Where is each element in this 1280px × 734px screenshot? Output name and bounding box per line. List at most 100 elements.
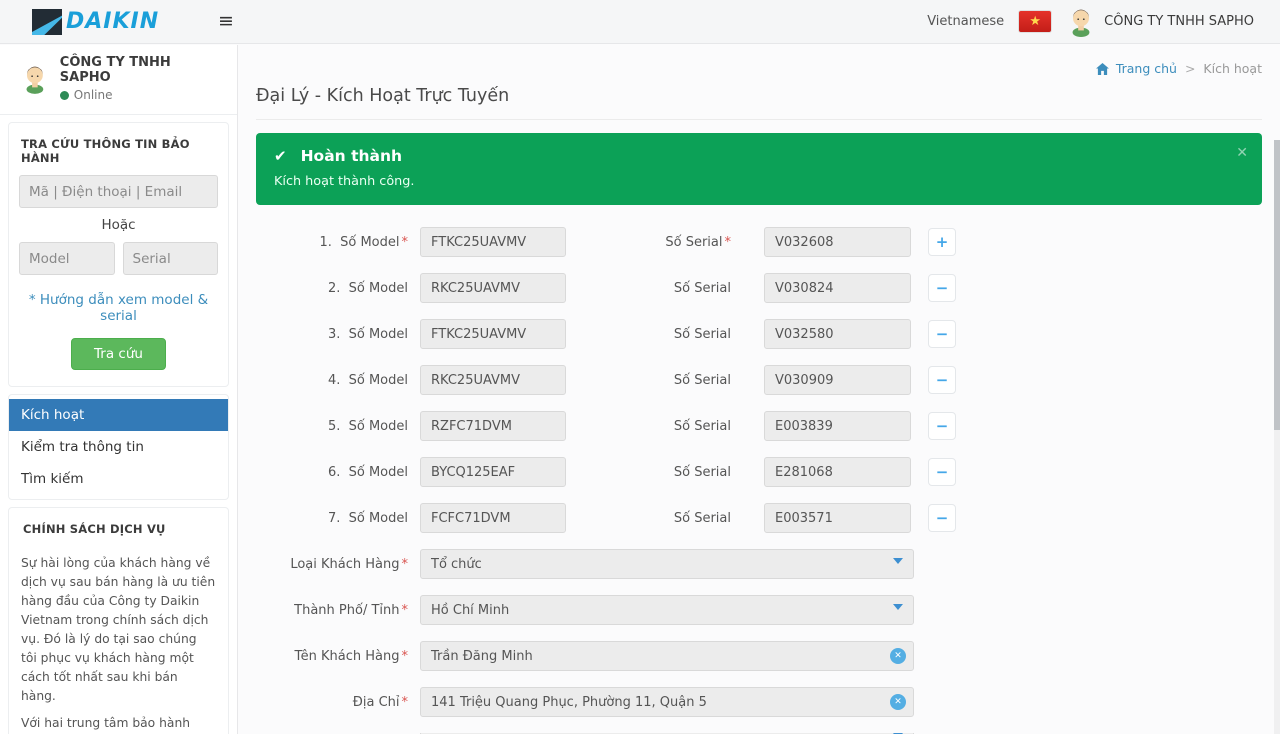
serial-label: Số Serial xyxy=(674,327,731,342)
customer-field-row: Địa Chỉ* 141 Triệu Quang Phục, Phường 11… xyxy=(256,687,1262,717)
lookup-model-input[interactable] xyxy=(19,242,115,275)
serial-input[interactable] xyxy=(764,503,911,533)
service-policy-card: CHÍNH SÁCH DỊCH VỤ Sự hài lòng của khách… xyxy=(8,507,229,734)
model-serial-guide-link[interactable]: * Hướng dẫn xem model & serial xyxy=(19,292,218,324)
model-input[interactable] xyxy=(420,273,566,303)
row-index: 7. xyxy=(328,511,340,526)
required-asterisk: * xyxy=(402,235,409,250)
sidebar-item-check-info[interactable]: Kiểm tra thông tin xyxy=(9,431,228,463)
row-index: 4. xyxy=(328,373,340,388)
user-name: CÔNG TY TNHH SAPHO xyxy=(1104,14,1254,29)
sidebar-toggle-icon[interactable]: ≡ xyxy=(218,12,234,31)
customer-field-row: Thành Phố/ Tỉnh* Hồ Chí Minh xyxy=(256,595,1262,625)
serial-label: Số Serial xyxy=(674,465,731,480)
serial-label: Số Serial xyxy=(674,419,731,434)
field-label: Thành Phố/ Tỉnh xyxy=(294,603,399,618)
sidebar-nav: Kích hoạtKiểm tra thông tinTìm kiếm xyxy=(8,394,229,500)
policy-paragraph: Với hai trung tâm bảo hành chính tại TP.… xyxy=(21,714,216,734)
model-input[interactable] xyxy=(420,411,566,441)
field-label: Địa Chỉ xyxy=(353,695,400,710)
model-input[interactable] xyxy=(420,319,566,349)
required-asterisk: * xyxy=(402,603,409,618)
device-row: 6. Số Model* Số Serial* − xyxy=(256,457,1262,487)
remove-row-button[interactable]: − xyxy=(928,274,956,302)
field-value: Tổ chức xyxy=(431,557,482,572)
serial-input[interactable] xyxy=(764,411,911,441)
model-input[interactable] xyxy=(420,457,566,487)
sidebar: CÔNG TY TNHH SAPHO Online TRA CỨU THÔNG … xyxy=(0,45,238,734)
policy-paragraph: Sự hài lòng của khách hàng về dịch vụ sa… xyxy=(21,554,216,706)
model-input[interactable] xyxy=(420,503,566,533)
remove-row-button[interactable]: − xyxy=(928,412,956,440)
required-asterisk: * xyxy=(402,695,409,710)
lookup-heading: TRA CỨU THÔNG TIN BẢO HÀNH xyxy=(19,133,218,175)
remove-row-button[interactable]: − xyxy=(928,320,956,348)
breadcrumb-current: Kích hoạt xyxy=(1203,61,1262,76)
customer-text-input[interactable]: 141 Triệu Quang Phục, Phường 11, Quận 5 xyxy=(420,687,914,717)
remove-row-button[interactable]: − xyxy=(928,504,956,532)
clear-input-icon[interactable]: ✕ xyxy=(890,648,906,664)
serial-label: Số Serial xyxy=(674,511,731,526)
serial-input[interactable] xyxy=(764,319,911,349)
required-asterisk: * xyxy=(402,649,409,664)
lookup-serial-input[interactable] xyxy=(123,242,219,275)
model-label: Số Model xyxy=(349,465,408,480)
scrollbar-thumb[interactable] xyxy=(1274,140,1280,430)
alert-title: Hoàn thành xyxy=(301,147,402,165)
customer-select[interactable]: Tổ chức xyxy=(420,549,914,579)
daikin-logo[interactable]: DAIKIN xyxy=(0,9,200,35)
serial-input[interactable] xyxy=(764,273,911,303)
sidebar-item-search[interactable]: Tìm kiếm xyxy=(9,463,228,495)
user-avatar xyxy=(1066,7,1096,37)
serial-label: Số Serial xyxy=(665,235,722,250)
lookup-submit-button[interactable]: Tra cứu xyxy=(71,338,166,370)
model-label: Số Model xyxy=(349,511,408,526)
row-index: 6. xyxy=(328,465,340,480)
close-icon[interactable]: ✕ xyxy=(1236,145,1248,161)
serial-input[interactable] xyxy=(764,365,911,395)
customer-field-row: Tên Khách Hàng* Trần Đăng Minh ✕ xyxy=(256,641,1262,671)
remove-row-button[interactable]: − xyxy=(928,458,956,486)
field-value: Trần Đăng Minh xyxy=(431,649,533,664)
row-index: 2. xyxy=(328,281,340,296)
serial-label: Số Serial xyxy=(674,281,731,296)
sidebar-user-name: CÔNG TY TNHH SAPHO xyxy=(60,55,225,85)
chevron-down-icon xyxy=(893,558,903,564)
serial-input[interactable] xyxy=(764,457,911,487)
device-row: 7. Số Model* Số Serial* − xyxy=(256,503,1262,533)
page-title: Đại Lý - Kích Hoạt Trực Tuyến xyxy=(256,76,1262,120)
row-index: 5. xyxy=(328,419,340,434)
check-icon: ✔ xyxy=(274,147,287,165)
model-label: Số Model xyxy=(349,373,408,388)
breadcrumb-separator: > xyxy=(1185,61,1195,76)
warranty-lookup-card: TRA CỨU THÔNG TIN BẢO HÀNH Hoặc * Hướng … xyxy=(8,122,229,387)
model-input[interactable] xyxy=(420,227,566,257)
add-row-button[interactable]: + xyxy=(928,228,956,256)
row-index: 1. xyxy=(319,235,331,250)
device-row: 3. Số Model* Số Serial* − xyxy=(256,319,1262,349)
customer-text-input[interactable]: Trần Đăng Minh xyxy=(420,641,914,671)
serial-input[interactable] xyxy=(764,227,911,257)
success-alert: ✔ Hoàn thành Kích hoạt thành công. ✕ xyxy=(256,133,1262,205)
model-label: Số Model xyxy=(340,235,399,250)
remove-row-button[interactable]: − xyxy=(928,366,956,394)
home-icon xyxy=(1096,63,1109,75)
vietnam-flag-icon[interactable]: ★ xyxy=(1018,10,1052,33)
user-menu[interactable]: CÔNG TY TNHH SAPHO xyxy=(1066,7,1254,37)
field-value: 141 Triệu Quang Phục, Phường 11, Quận 5 xyxy=(431,695,707,710)
lookup-code-input[interactable] xyxy=(19,175,218,208)
or-label: Hoặc xyxy=(19,208,218,242)
device-row: 5. Số Model* Số Serial* − xyxy=(256,411,1262,441)
model-input[interactable] xyxy=(420,365,566,395)
sidebar-item-activate[interactable]: Kích hoạt xyxy=(9,399,228,431)
model-label: Số Model xyxy=(349,419,408,434)
chevron-down-icon xyxy=(893,604,903,610)
customer-field-row: Loại Khách Hàng* Tổ chức xyxy=(256,549,1262,579)
clear-input-icon[interactable]: ✕ xyxy=(890,694,906,710)
breadcrumb-home-link[interactable]: Trang chủ xyxy=(1116,61,1177,76)
language-label[interactable]: Vietnamese xyxy=(927,14,1004,29)
sidebar-user-avatar xyxy=(20,64,50,94)
online-status-label: Online xyxy=(74,88,113,102)
customer-select[interactable]: Hồ Chí Minh xyxy=(420,595,914,625)
vertical-scrollbar[interactable] xyxy=(1274,140,1280,734)
